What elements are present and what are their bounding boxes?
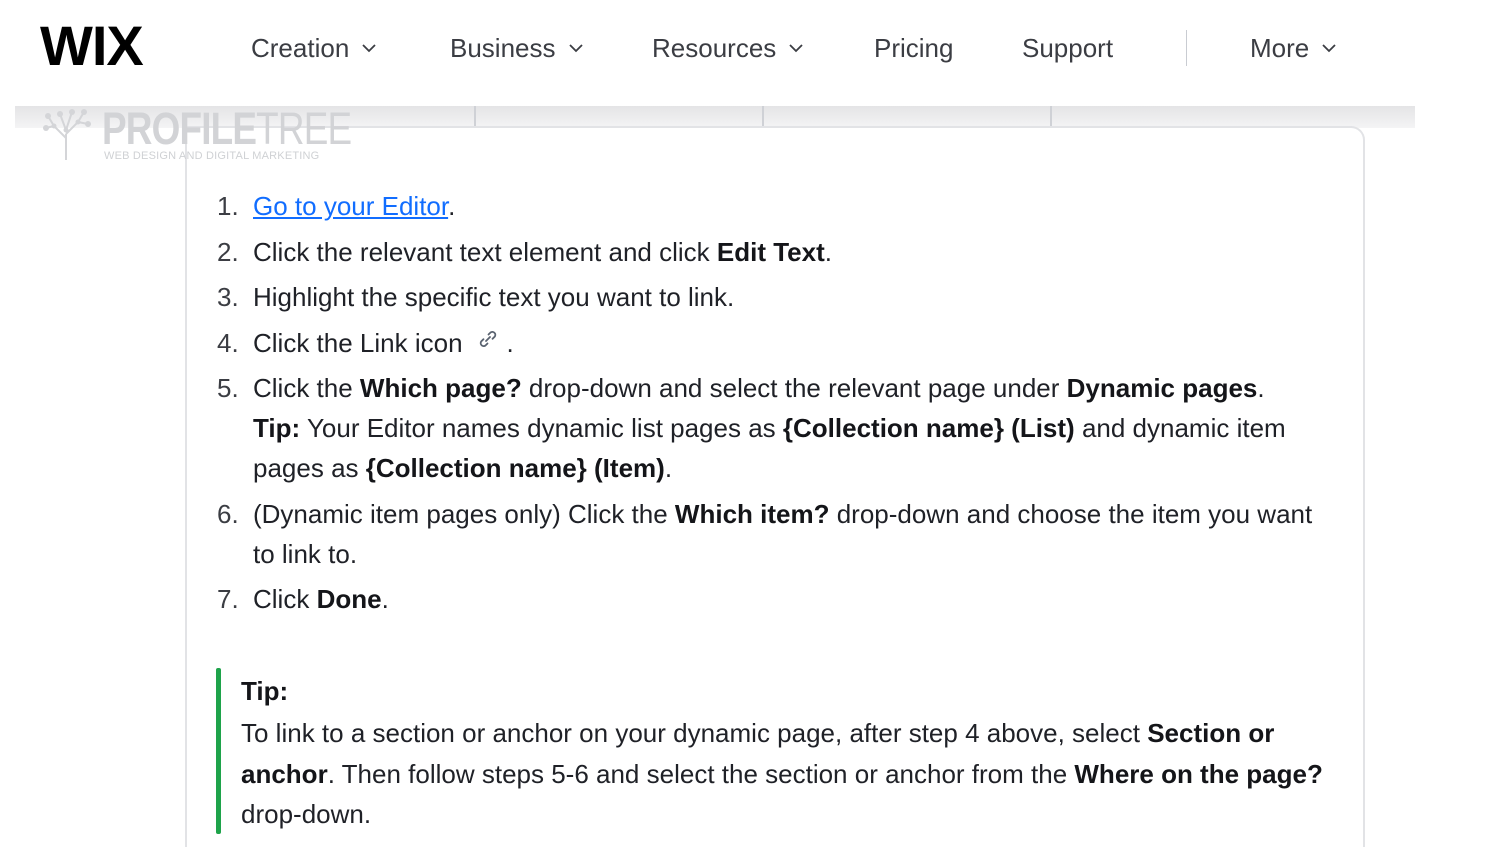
step-text: Click the bbox=[253, 373, 360, 403]
tip-bold: Where on the page? bbox=[1074, 758, 1323, 789]
step-text: Click the Link icon bbox=[253, 327, 463, 358]
step-text: drop-down and select the relevant page u… bbox=[521, 373, 1067, 403]
step-bold: {Collection name} (Item) bbox=[365, 453, 665, 483]
watermark-brand-light: TREE bbox=[256, 103, 352, 154]
step-number: 1. bbox=[217, 191, 239, 221]
nav-item-support[interactable]: Support bbox=[1022, 30, 1113, 66]
list-item: 5. Click the Which page? drop-down and s… bbox=[217, 368, 1337, 488]
site-header: WIX Creation Business Resources Pricing … bbox=[0, 0, 1500, 100]
list-item: 3. Highlight the specific text you want … bbox=[217, 277, 1337, 317]
tab-frame bbox=[762, 106, 1052, 128]
step-number: 4. bbox=[217, 327, 239, 358]
step-text: . bbox=[448, 191, 456, 221]
step-text: . bbox=[664, 453, 673, 483]
nav-item-business[interactable]: Business bbox=[450, 30, 584, 66]
step-number: 3. bbox=[217, 282, 239, 312]
nav-label: Pricing bbox=[874, 33, 954, 63]
step-number: 6. bbox=[217, 498, 239, 529]
tree-logo-icon bbox=[43, 109, 91, 160]
wix-logo[interactable]: WIX bbox=[40, 14, 144, 78]
step-bold: Which item? bbox=[674, 498, 830, 529]
nav-divider bbox=[1186, 30, 1187, 66]
list-item: 1. Go to your Editor. bbox=[217, 186, 1337, 226]
step-text: Highlight the specific text you want to … bbox=[253, 282, 735, 312]
step-text: . bbox=[1257, 373, 1265, 403]
nav-label: Resources bbox=[652, 33, 777, 63]
tip-title: Tip: bbox=[241, 676, 289, 706]
nav-label: Creation bbox=[251, 33, 350, 63]
nav-item-pricing[interactable]: Pricing bbox=[874, 30, 953, 66]
tab-frame bbox=[474, 106, 764, 128]
step-text: . bbox=[506, 327, 514, 358]
nav-label: More bbox=[1250, 33, 1310, 63]
link-icon bbox=[479, 330, 496, 347]
step-number: 5. bbox=[217, 373, 239, 403]
chevron-down-icon bbox=[789, 44, 803, 53]
step-bold: Which page? bbox=[359, 373, 522, 403]
step-text: Click the relevant text element and clic… bbox=[253, 236, 717, 267]
step-text: (Dynamic item pages only) Click the bbox=[253, 498, 675, 529]
tab-frame bbox=[1050, 106, 1352, 128]
nav-item-creation[interactable]: Creation bbox=[251, 30, 377, 66]
nav-item-more[interactable]: More bbox=[1250, 30, 1337, 66]
step-text: Your Editor names dynamic list pages as bbox=[300, 413, 783, 443]
watermark-tagline: WEB DESIGN AND DIGITAL MARKETING bbox=[104, 150, 320, 162]
nav-label: Business bbox=[450, 33, 556, 63]
step-bold: Dynamic pages bbox=[1066, 373, 1258, 403]
nav-item-resources[interactable]: Resources bbox=[652, 30, 804, 66]
step-text: Click bbox=[253, 584, 317, 614]
page: WIX Creation Business Resources Pricing … bbox=[0, 0, 1500, 847]
list-item: 7. Click Done. bbox=[217, 579, 1337, 619]
step-number: 2. bbox=[217, 236, 239, 267]
chevron-down-icon bbox=[568, 44, 583, 53]
step-bold: {Collection name} (List) bbox=[782, 413, 1075, 443]
step-number: 7. bbox=[217, 584, 239, 614]
step-bold: Edit Text bbox=[716, 236, 825, 267]
tip-text: To link to a section or anchor on your d… bbox=[241, 718, 1148, 748]
step-tip-label: Tip: bbox=[253, 413, 301, 443]
list-item: 4. Click the Link icon. bbox=[217, 323, 1337, 363]
go-to-editor-link[interactable]: Go to your Editor bbox=[253, 191, 448, 221]
watermark-wordmark: PROFILETREE bbox=[102, 103, 352, 154]
step-text: . bbox=[824, 236, 832, 267]
list-item: 2. Click the relevant text element and c… bbox=[217, 232, 1337, 272]
chevron-down-icon bbox=[362, 44, 376, 53]
tip-accent-bar bbox=[216, 668, 221, 834]
nav-label: Support bbox=[1022, 33, 1114, 63]
steps-list: 1. Go to your Editor. 2. Click the relev… bbox=[217, 186, 1337, 625]
chevron-down-icon bbox=[1322, 44, 1336, 53]
step-text: . bbox=[381, 584, 389, 614]
list-item: 6. (Dynamic item pages only) Click the W… bbox=[217, 494, 1337, 574]
tip-text: . Then follow steps 5-6 and select the s… bbox=[327, 758, 1075, 789]
tip-text: drop-down. bbox=[241, 799, 372, 829]
watermark-brand-bold: PROFILE bbox=[102, 103, 257, 154]
step-bold: Done bbox=[316, 584, 382, 614]
tip-body: To link to a section or anchor on your d… bbox=[241, 713, 1331, 835]
